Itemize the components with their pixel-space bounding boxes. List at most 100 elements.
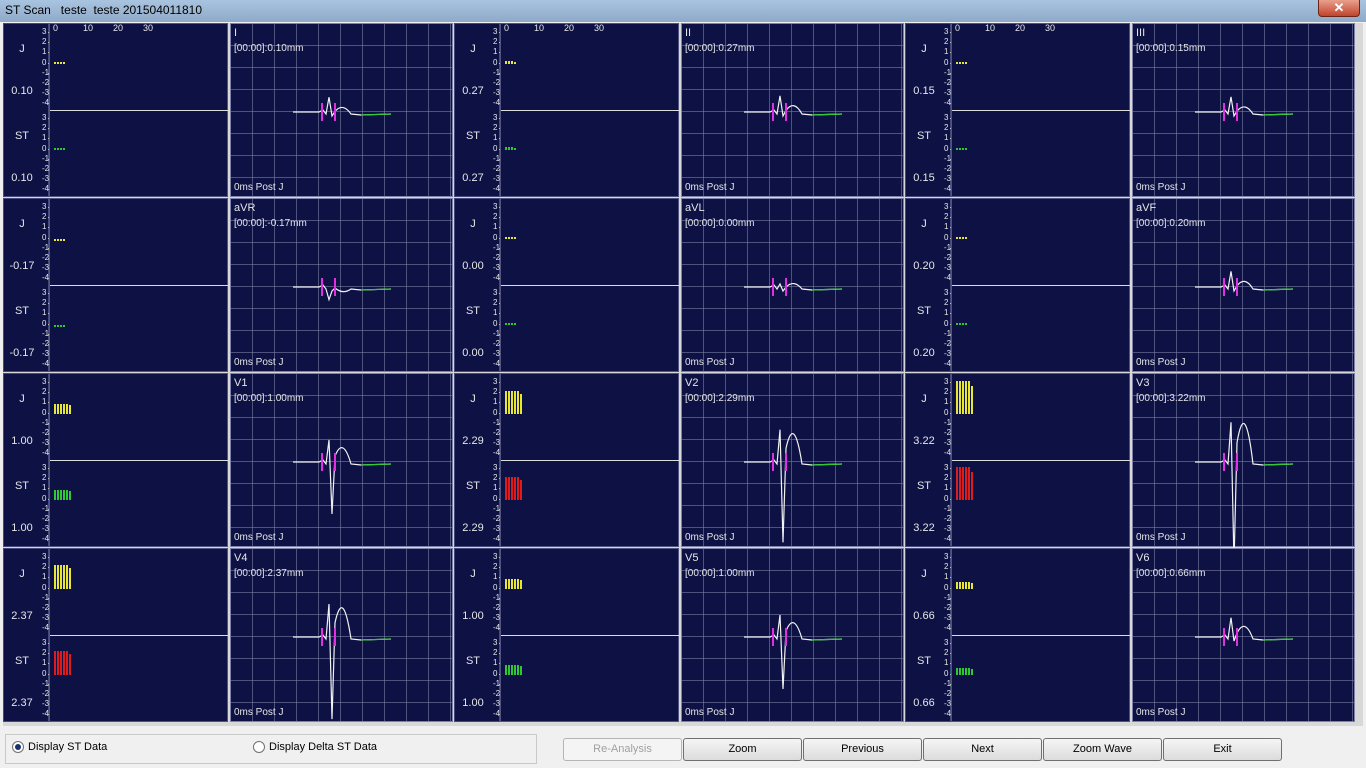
lead-waveform-panel[interactable]: II [00:00]:0.27mm 0ms Post J (681, 23, 904, 197)
ecg-waveform (1195, 96, 1294, 121)
lead-waveform-panel[interactable]: V6 [00:00]:0.66mm 0ms Post J (1132, 548, 1355, 722)
window-title: ST Scan teste teste 201504011810 (5, 3, 203, 17)
tick-label: 2 (493, 562, 498, 572)
st-label: ST (916, 130, 932, 142)
radio-unselected-icon (253, 741, 265, 753)
tick-label: 0 (493, 668, 498, 678)
display-delta-st-radio[interactable]: Display Delta ST Data (253, 741, 377, 753)
j-label: J (470, 218, 476, 230)
trend-axis: J 0.00 ST 0.00 3 2 1 0 -1 -2 -3 -4 3 2 1 0 -1 -2 -3 -4 (454, 198, 502, 372)
j-label: J (921, 218, 927, 230)
tick-label: 1 (493, 308, 498, 318)
lead-waveform-panel[interactable]: aVF [00:00]:0.20mm 0ms Post J (1132, 198, 1355, 372)
tick-label: 3 (493, 377, 498, 386)
tick-label: 1 (493, 397, 498, 407)
trend-divider (501, 635, 680, 636)
next-button[interactable]: Next (923, 738, 1042, 761)
j-trend-bar (60, 403, 62, 414)
st-trend-bar (956, 668, 958, 675)
j-trend-bar (63, 403, 65, 414)
lead-waveform-panel[interactable]: V5 [00:00]:1.00mm 0ms Post J (681, 548, 904, 722)
tick-label: 3 (944, 288, 949, 297)
lead-waveform-panel[interactable]: V4 [00:00]:2.37mm 0ms Post J (230, 548, 453, 722)
tick-label: 3 (493, 27, 498, 36)
st-trend-bar (54, 489, 56, 500)
ecg-waveform (293, 278, 392, 302)
st-trend-bar (968, 668, 970, 675)
j-trend-bar (505, 390, 507, 414)
lead-waveform-panel[interactable]: I [00:00]:0.10mm 0ms Post J (230, 23, 453, 197)
j-trend-bar (517, 390, 519, 414)
j-trend-bar (520, 580, 522, 589)
tick-label: 3 (42, 113, 47, 122)
ecg-tail (811, 113, 843, 116)
j-label: J (470, 568, 476, 580)
tick-label: 2 (493, 473, 498, 483)
tick-label: 0 (42, 57, 47, 67)
j-trend-bar (54, 62, 56, 64)
lead-waveform-panel[interactable]: V1 [00:00]:1.00mm 0ms Post J (230, 373, 453, 547)
lead-waveform-panel[interactable]: aVL [00:00]:0.00mm 0ms Post J (681, 198, 904, 372)
ecg-tail (360, 113, 392, 116)
ecg-trace (1195, 96, 1294, 118)
x-tick-label: 0 (955, 23, 961, 33)
tick-label: 3 (42, 377, 47, 386)
j-trend-bar (508, 578, 510, 589)
zoom-wave-button[interactable]: Zoom Wave (1043, 738, 1162, 761)
tick-label: 0 (493, 493, 498, 503)
lead-waveform-panel[interactable]: V2 [00:00]:2.29mm 0ms Post J (681, 373, 904, 547)
x-tick-label: 30 (143, 23, 154, 33)
j-trend-bar (508, 390, 510, 414)
st-trend-bar (54, 325, 56, 327)
st-trend-bar (962, 148, 964, 150)
reanalysis-button[interactable]: Re-Analysis (563, 738, 682, 761)
j-trend-bar (66, 564, 68, 589)
st-trend-bar (971, 472, 973, 500)
tick-label: 1 (944, 572, 949, 582)
close-button[interactable]: ✕ (1318, 0, 1360, 17)
j-trend-bar (968, 582, 970, 589)
tick-label: 0 (493, 407, 498, 417)
tick-label: 0 (42, 143, 47, 153)
j-trend-bar (54, 239, 56, 241)
previous-button[interactable]: Previous (803, 738, 922, 761)
st-label: ST (14, 305, 30, 317)
st-trend-chart (951, 198, 1131, 372)
st-trend-bar (511, 323, 513, 325)
j-value: 0.10 (11, 85, 33, 97)
display-st-radio[interactable]: Display ST Data (12, 741, 107, 753)
j-value: 2.37 (11, 610, 33, 622)
tick-label: 1 (493, 572, 498, 582)
j-trend-bar (971, 583, 973, 589)
j-trend-bar (956, 62, 958, 64)
tick-label: 1 (42, 658, 47, 668)
st-trend-bar (968, 467, 970, 500)
trend-divider (501, 460, 680, 461)
j-trend-bar (57, 564, 59, 589)
zoom-button[interactable]: Zoom (683, 738, 802, 761)
tick-label: 1 (42, 308, 47, 318)
st-trend-chart: 0 10 20 30 (500, 23, 680, 197)
j-trend-bar (511, 390, 513, 414)
trend-axis: J 0.27 ST 0.27 3 2 1 0 -1 -2 -3 -4 3 2 1 0 -1 -2 -3 -4 (454, 23, 502, 197)
st-trend-bar (505, 664, 507, 675)
j-trend-bar (514, 578, 516, 589)
tick-label: 2 (944, 212, 949, 222)
st-trend-bar (57, 325, 59, 327)
j-trend-bar (60, 564, 62, 589)
exit-button[interactable]: Exit (1163, 738, 1282, 761)
lead-waveform-panel[interactable]: V3 [00:00]:3.22mm 0ms Post J (1132, 373, 1355, 548)
lead-waveform-panel[interactable]: III [00:00]:0.15mm 0ms Post J (1132, 23, 1355, 197)
tick-label: 3 (493, 552, 498, 561)
x-tick-label: 20 (113, 23, 124, 33)
st-label: ST (14, 655, 30, 667)
trend-divider (501, 285, 680, 286)
st-trend-chart: 0 10 20 30 (951, 23, 1131, 197)
st-trend-bar (54, 650, 56, 675)
st-value: 0.00 (462, 347, 484, 359)
lead-waveform-panel[interactable]: aVR [00:00]:-0.17mm 0ms Post J (230, 198, 453, 372)
tick-label: 0 (944, 582, 949, 592)
tick-label: 1 (493, 133, 498, 143)
tick-label: 1 (42, 397, 47, 407)
tick-label: 1 (42, 572, 47, 582)
